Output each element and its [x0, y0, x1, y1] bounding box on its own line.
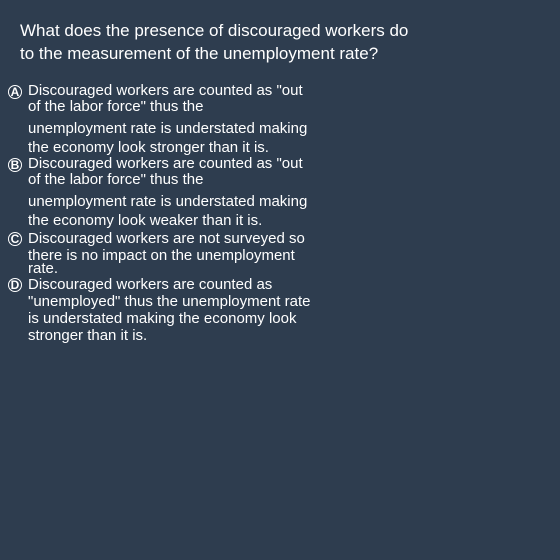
option-line: of the labor force" thus the — [28, 171, 204, 188]
option-line: Discouraged workers are counted as "out — [28, 155, 303, 172]
option-line: of the labor force" thus the — [28, 98, 204, 115]
option-line: the economy look weaker than it is. — [28, 212, 263, 229]
question-text: What does the presence of discouraged wo… — [20, 19, 450, 65]
option-line: Discouraged workers are counted as — [28, 276, 273, 293]
option-line: Discouraged workers are counted as "out — [28, 82, 303, 99]
option-b-text: Discouraged workers are counted as "out … — [28, 156, 338, 230]
option-line: stronger than it is. — [28, 327, 148, 344]
option-d-radio-icon[interactable]: D — [8, 278, 22, 292]
option-d-text: Discouraged workers are counted as "unem… — [28, 276, 338, 344]
option-a-text: Discouraged workers are counted as "out … — [28, 83, 338, 157]
option-line: "unemployed" thus the unemployment rate — [28, 293, 311, 310]
question-line: to the measurement of the unemployment r… — [20, 44, 379, 63]
option-a-radio-icon[interactable]: A — [8, 85, 22, 99]
option-line: Discouraged workers are not surveyed so — [28, 230, 305, 247]
option-line: there is no impact on the unemployment — [28, 247, 295, 264]
option-line: is understated making the economy look — [28, 310, 297, 327]
option-b-radio-icon[interactable]: B — [8, 158, 22, 172]
option-line: rate. — [28, 260, 59, 277]
question-line: What does the presence of discouraged wo… — [20, 21, 409, 40]
option-line: unemployment rate is understated making — [28, 193, 308, 210]
option-c-text: Discouraged workers are not surveyed so … — [28, 230, 338, 277]
option-c-radio-icon[interactable]: C — [8, 232, 22, 246]
option-line: unemployment rate is understated making — [28, 120, 308, 137]
